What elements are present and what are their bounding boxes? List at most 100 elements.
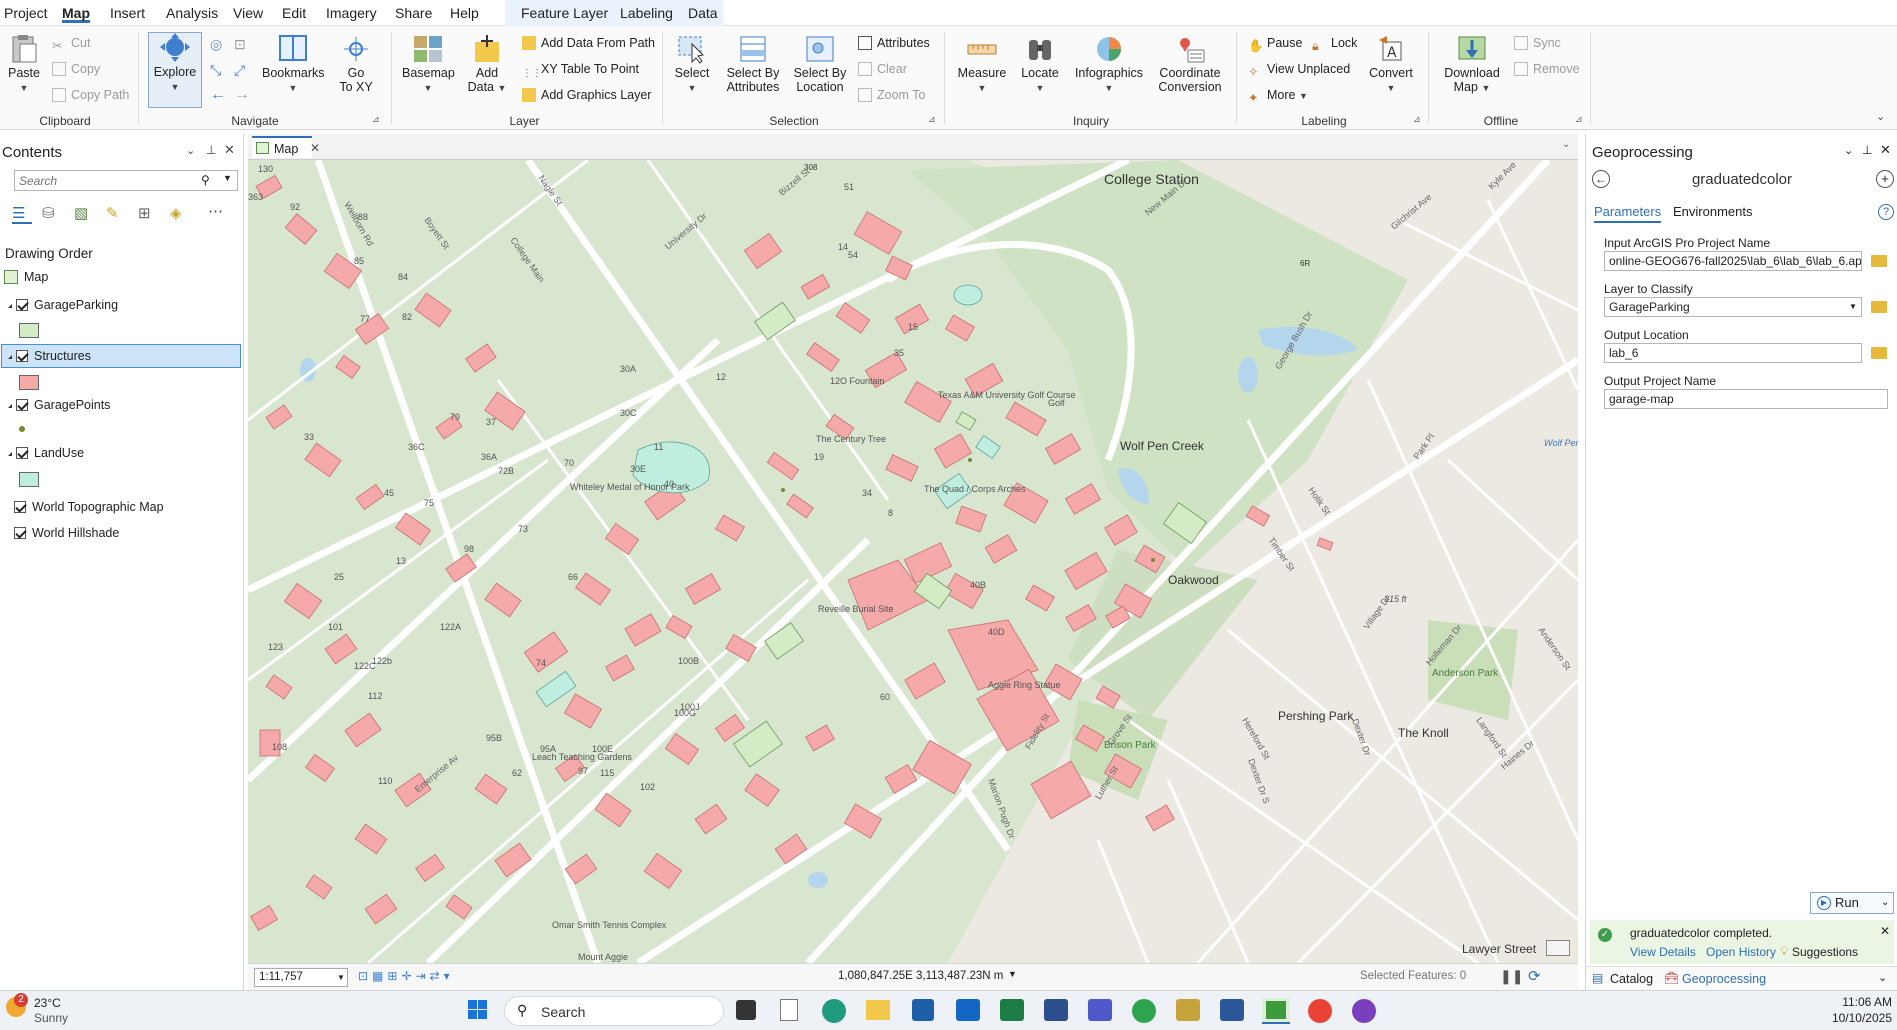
menu-data[interactable]: Data [688, 3, 718, 23]
chevron-down-icon[interactable]: ▼ [1008, 969, 1017, 979]
windows-start-icon[interactable] [468, 1000, 488, 1020]
copy-path-button[interactable]: Copy Path [52, 86, 129, 104]
close-icon[interactable]: ✕ [1880, 924, 1890, 938]
expand-icon[interactable] [4, 452, 12, 456]
layer-landuse[interactable]: LandUse [4, 446, 84, 460]
full-extent-icon[interactable]: ◎ [210, 36, 222, 53]
network-icon[interactable] [1044, 999, 1068, 1021]
more-button[interactable]: ✦ More ▼ [1248, 86, 1308, 105]
file-explorer-icon[interactable] [866, 1000, 890, 1020]
drawing-order-icon[interactable]: ☰ [12, 204, 32, 224]
taskbar-search[interactable]: ⚲ Search [504, 996, 724, 1026]
tab-geoprocessing[interactable]: Geoprocessing [1682, 972, 1766, 986]
cut-button[interactable]: ✂ Cut [52, 34, 90, 53]
map-tools-icons[interactable]: ⊡▦⊞✛⇥⇄▾ [358, 969, 454, 983]
word-icon[interactable] [1220, 999, 1244, 1021]
expand-icon[interactable] [4, 304, 12, 308]
select-button[interactable]: Select ▼ [670, 34, 714, 95]
refresh-icon[interactable]: ⟳ [1528, 967, 1541, 985]
file-icon[interactable] [780, 999, 798, 1021]
menu-project[interactable]: Project [4, 3, 48, 23]
map-node[interactable]: Map [4, 270, 48, 284]
excel-icon[interactable] [1000, 999, 1024, 1021]
arcgis-icon[interactable] [1176, 999, 1200, 1021]
add-data-from-path-button[interactable]: Add Data From Path [522, 34, 655, 52]
menu-insert[interactable]: Insert [110, 3, 145, 23]
menu-imagery[interactable]: Imagery [326, 3, 377, 23]
measure-button[interactable]: Measure ▼ [956, 34, 1008, 95]
selection-icon[interactable]: ▧ [74, 204, 88, 222]
pin-icon[interactable]: ⊥ [1862, 143, 1872, 157]
add-data-button[interactable]: Add Data ▼ [464, 34, 510, 95]
go-to-xy-button[interactable]: Go To XY [336, 34, 376, 94]
suggestions-link[interactable]: Suggestions [1792, 945, 1858, 959]
input-project-field[interactable]: online-GEOG676-fall2025\lab_6\lab_6\lab_… [1604, 251, 1862, 271]
close-icon[interactable]: ✕ [310, 141, 320, 155]
folder-icon[interactable] [1871, 301, 1887, 313]
menu-help[interactable]: Help [450, 3, 479, 23]
select-by-attributes-button[interactable]: Select By Attributes [722, 34, 784, 94]
tab-catalog[interactable]: Catalog [1610, 972, 1653, 986]
xy-table-to-point-button[interactable]: ⋮⋮XY Table To Point [522, 60, 639, 79]
expand-icon[interactable] [4, 355, 12, 359]
layer-garageparking[interactable]: GarageParking [4, 298, 118, 312]
menu-feature-layer[interactable]: Feature Layer [521, 3, 608, 23]
dialog-launcher-icon[interactable]: ⊿ [1413, 114, 1421, 125]
coordinate-conversion-button[interactable]: Coordinate Conversion [1154, 34, 1226, 94]
chevron-down-icon[interactable]: ⌄ [1562, 139, 1570, 150]
chrome-icon[interactable] [1132, 999, 1156, 1023]
explore-button[interactable]: Explore ▼ [148, 32, 202, 108]
teams-icon[interactable] [1088, 999, 1112, 1021]
expand-icon[interactable] [4, 404, 12, 408]
forward-arrow-icon[interactable]: → [234, 86, 250, 104]
clear-button[interactable]: Clear [858, 60, 907, 78]
github-icon[interactable] [1352, 999, 1376, 1023]
editing-icon[interactable]: ✎ [106, 204, 119, 222]
attributes-button[interactable]: Attributes [858, 34, 930, 52]
more-options-icon[interactable]: ⋯ [208, 202, 223, 220]
tab-environments[interactable]: Environments [1673, 204, 1752, 219]
layer-to-classify-select[interactable]: GarageParking ▼ [1604, 297, 1862, 317]
chevron-down-icon[interactable]: ▼ [223, 173, 232, 183]
store-icon[interactable] [912, 999, 934, 1021]
map-overview-button[interactable] [1546, 940, 1570, 956]
pause-button[interactable]: ✋ Pause [1248, 34, 1302, 53]
run-button[interactable]: ▶ Run ⌄ [1810, 892, 1894, 914]
layer-visibility-checkbox[interactable] [16, 399, 28, 411]
collapse-ribbon-icon[interactable]: ⌄ [1876, 110, 1885, 123]
labeling-icon[interactable]: ◈ [170, 204, 182, 222]
search-icon[interactable]: ⚲ [201, 173, 210, 187]
zoom-in-icon[interactable]: ⤡ [210, 62, 221, 79]
output-location-field[interactable]: lab_6 [1604, 343, 1862, 363]
lock-button[interactable]: 🔒︎ Lock [1312, 34, 1357, 53]
layer-garagepoints[interactable]: GaragePoints [4, 398, 110, 412]
select-by-location-button[interactable]: Select By Location [788, 34, 852, 94]
dialog-launcher-icon[interactable]: ⊿ [928, 114, 936, 125]
arcgis-pro-icon[interactable] [1262, 998, 1290, 1024]
copy-button[interactable]: Copy [52, 60, 100, 78]
scale-select[interactable]: 1:11,757 ▼ [254, 968, 348, 987]
add-graphics-layer-button[interactable]: Add Graphics Layer [522, 86, 651, 104]
folder-icon[interactable] [1871, 255, 1887, 267]
view-unplaced-button[interactable]: ✧ View Unplaced [1248, 60, 1350, 79]
pane-menu-icon[interactable]: ⌄ [186, 144, 195, 157]
zoom-to-button[interactable]: Zoom To [858, 86, 925, 104]
map-view[interactable]: College Station Wolf Pen Creek Oakwood P… [248, 160, 1578, 963]
sync-button[interactable]: Sync [1514, 34, 1561, 52]
basemap-button[interactable]: Basemap ▼ [402, 34, 455, 95]
menu-share[interactable]: Share [395, 3, 432, 23]
infographics-button[interactable]: Infographics ▼ [1070, 34, 1148, 95]
layer-world-hillshade[interactable]: World Hillshade [14, 526, 119, 540]
chrome-profile-icon[interactable] [1308, 999, 1332, 1023]
remove-button[interactable]: Remove [1514, 60, 1580, 78]
open-history-link[interactable]: Open History [1706, 945, 1776, 959]
menu-labeling[interactable]: Labeling [620, 3, 673, 23]
data-source-icon[interactable]: ⛁ [42, 204, 55, 222]
layer-visibility-checkbox[interactable] [16, 447, 28, 459]
dialog-launcher-icon[interactable]: ⊿ [1575, 114, 1583, 125]
close-icon[interactable]: ✕ [1880, 142, 1891, 158]
output-project-name-field[interactable]: garage-map [1604, 389, 1888, 409]
close-icon[interactable]: ✕ [224, 142, 235, 158]
download-map-button[interactable]: Download Map ▼ [1440, 34, 1504, 95]
back-arrow-icon[interactable]: ← [210, 86, 226, 104]
